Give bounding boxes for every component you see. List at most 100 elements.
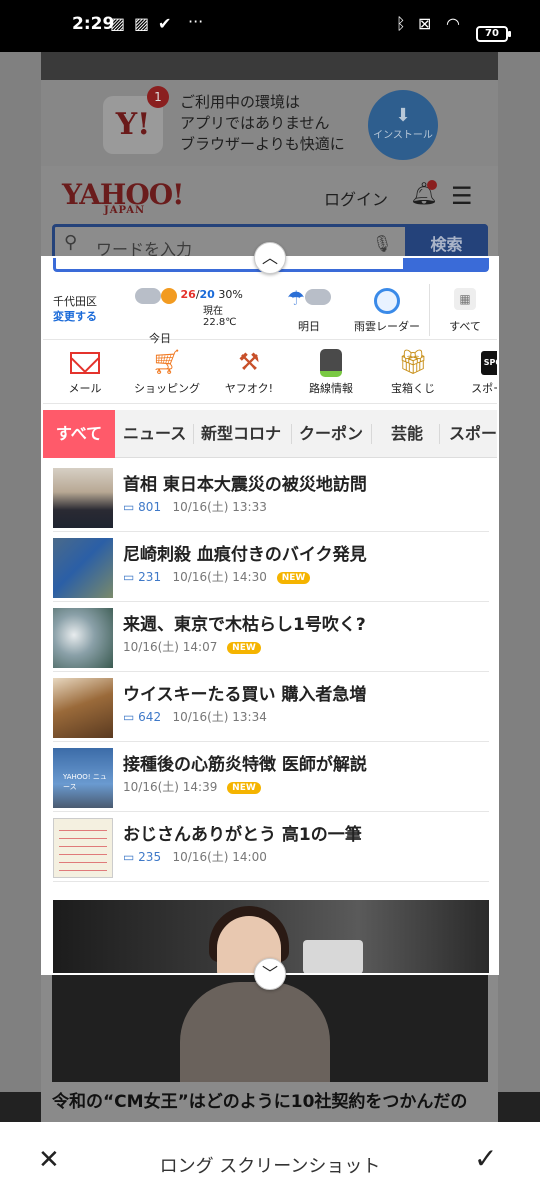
- divider: [429, 284, 430, 336]
- news-date: 10/16(土) 14:39: [123, 780, 218, 794]
- news-item[interactable]: 尼崎刺殺 血痕付きのバイク発見 ▭ 231 10/16(土) 14:30 NEW: [53, 532, 489, 602]
- screenshot-capture-region[interactable]: 千代田区 変更する 26/20 30% 現在22.8℃ 今日 ☂ 明日 雨雲レー…: [41, 256, 499, 975]
- mail-icon: [70, 352, 100, 374]
- status-time: 2:29: [72, 14, 115, 34]
- news-item[interactable]: おじさんありがとう 高1の一筆 ▭ 235 10/16(土) 14:00: [53, 812, 489, 882]
- news-item[interactable]: ウイスキーたる買い 購入者急増 ▭ 642 10/16(土) 13:34: [53, 672, 489, 742]
- news-meta: ▭ 801 10/16(土) 13:33: [123, 498, 267, 515]
- more-notifications-icon: ···: [188, 12, 204, 31]
- service-shopping[interactable]: 🛒︎ ショッピング: [125, 346, 209, 396]
- notification-icon: ▨: [110, 14, 126, 33]
- weather-tomorrow[interactable]: ☂ 明日: [279, 288, 339, 334]
- tab-coupon[interactable]: クーポン: [299, 410, 363, 458]
- yahoo-logo[interactable]: YAHOO! JAPAN: [62, 178, 184, 216]
- all-label: すべて: [449, 320, 481, 333]
- download-icon: ⬇: [395, 105, 411, 126]
- news-tabs: すべて ニュース 新型コロナ クーポン 芸能 スポー: [43, 410, 497, 458]
- featured-article-caption[interactable]: 令和の“CM女王”はどのように10社契約をつかんだの: [52, 1090, 492, 1122]
- news-title[interactable]: 尼崎刺殺 血痕付きのバイク発見: [123, 540, 367, 565]
- umbrella-icon: ☂: [287, 286, 305, 310]
- comment-count: 231: [138, 570, 162, 584]
- comment-count: 642: [138, 710, 162, 724]
- treasure-box-icon: 🎁︎: [397, 348, 429, 376]
- grid-icon: ▦: [454, 288, 476, 310]
- news-meta: ▭ 642 10/16(土) 13:34: [123, 708, 267, 725]
- news-title[interactable]: 来週、東京で木枯らし1号吹く?: [123, 610, 366, 635]
- tab-news[interactable]: ニュース: [123, 410, 186, 458]
- service-transit[interactable]: 路線情報: [289, 346, 373, 396]
- tab-divider: [193, 424, 194, 444]
- service-auction[interactable]: ⚒ ヤフオク!: [207, 346, 291, 396]
- weather-row: 千代田区 変更する 26/20 30% 現在22.8℃ 今日 ☂ 明日 雨雲レー…: [43, 280, 497, 345]
- tab-sports[interactable]: スポー: [449, 410, 497, 458]
- news-thumbnail: [53, 538, 113, 598]
- tab-divider: [371, 424, 372, 444]
- chevron-up-icon[interactable]: ︿: [254, 242, 286, 274]
- comment-count: 801: [138, 500, 162, 514]
- new-badge: NEW: [276, 572, 311, 584]
- service-label: スポーツ: [471, 382, 497, 395]
- screenshot-toolbar: ✕ ロング スクリーンショット ✓: [0, 1122, 540, 1200]
- news-meta: ▭ 231 10/16(土) 14:30 NEW: [123, 568, 311, 585]
- today-rain: 30%: [218, 288, 243, 301]
- cart-icon: 🛒︎: [151, 348, 183, 376]
- edge-strip: [498, 1092, 540, 1122]
- news-meta: ▭ 235 10/16(土) 14:00: [123, 848, 267, 865]
- service-lottery[interactable]: 🎁︎ 宝箱くじ: [371, 346, 455, 396]
- edge-strip: [0, 1092, 41, 1122]
- service-sports[interactable]: SPO スポーツ: [451, 346, 497, 396]
- check-circle-icon: ✔: [158, 14, 172, 33]
- comment-count: 235: [138, 850, 162, 864]
- login-link[interactable]: ログイン: [324, 186, 388, 210]
- news-title[interactable]: 接種後の心筋炎特徴 医師が解説: [123, 750, 367, 775]
- radar-label: 雨雲レーダー: [354, 320, 420, 333]
- service-label: ショッピング: [134, 382, 200, 395]
- comment-icon: ▭: [123, 710, 135, 724]
- service-label: メール: [68, 382, 102, 395]
- sim-off-icon: ⊠: [418, 14, 432, 33]
- comment-icon: ▭: [123, 500, 135, 514]
- hamburger-menu-icon[interactable]: ☰: [451, 182, 473, 210]
- news-thumbnail: YAHOO! ニュース: [53, 748, 113, 808]
- battery-icon: 70: [476, 26, 511, 42]
- news-item[interactable]: YAHOO! ニュース 接種後の心筋炎特徴 医師が解説 10/16(土) 14:…: [53, 742, 489, 812]
- train-in-tunnel: [303, 940, 363, 973]
- auction-hammer-icon: ⚒: [238, 348, 260, 376]
- news-thumbnail: [53, 608, 113, 668]
- search-icon: ⚲: [64, 232, 78, 253]
- service-mail[interactable]: メール: [43, 346, 127, 396]
- news-title[interactable]: おじさんありがとう 高1の一筆: [123, 820, 362, 845]
- news-item[interactable]: 来週、東京で木枯らし1号吹く? 10/16(土) 14:07 NEW: [53, 602, 489, 672]
- news-thumbnail: [53, 678, 113, 738]
- rain-radar[interactable]: 雨雲レーダー: [349, 288, 425, 334]
- news-meta: 10/16(土) 14:39 NEW: [123, 778, 261, 795]
- today-high: 26: [180, 288, 196, 301]
- weather-today[interactable]: 26/20 30% 現在22.8℃ 今日: [135, 288, 245, 346]
- tab-covid[interactable]: 新型コロナ: [201, 410, 281, 458]
- promo-text: ご利用中の環境は アプリではありません ブラウザーよりも快適に: [180, 92, 345, 155]
- article-person: [180, 982, 330, 1082]
- news-item[interactable]: 首相 東日本大震災の被災地訪問 ▭ 801 10/16(土) 13:33: [53, 462, 489, 532]
- microphone-icon[interactable]: 🎙︎: [372, 234, 392, 253]
- radar-icon: [374, 288, 400, 314]
- confirm-check-icon[interactable]: ✓: [474, 1144, 497, 1174]
- comment-icon: ▭: [123, 850, 135, 864]
- tab-all[interactable]: すべて: [43, 410, 115, 458]
- news-title[interactable]: 首相 東日本大震災の被災地訪問: [123, 470, 367, 495]
- install-button[interactable]: ⬇ インストール: [368, 90, 438, 160]
- status-bar: 2:29 ▨ ▨ ✔ ··· ᛒ ⊠ ◠ 70: [0, 0, 540, 52]
- news-date: 10/16(土) 14:07: [123, 640, 218, 654]
- tab-entertainment[interactable]: 芸能: [391, 410, 423, 458]
- train-icon: [320, 349, 342, 377]
- weather-location[interactable]: 千代田区 変更する: [53, 294, 97, 324]
- all-services[interactable]: ▦ すべて: [437, 288, 493, 334]
- chevron-down-icon[interactable]: ﹀: [254, 958, 286, 990]
- news-title[interactable]: ウイスキーたる買い 購入者急増: [123, 680, 366, 705]
- wifi-icon: ◠: [446, 14, 460, 33]
- service-label: 路線情報: [309, 382, 353, 395]
- service-label: ヤフオク!: [224, 382, 274, 395]
- location-name: 千代田区: [53, 295, 97, 308]
- notification-badge: 1: [147, 86, 169, 108]
- news-date: 10/16(土) 14:30: [172, 570, 267, 584]
- change-location-link[interactable]: 変更する: [53, 309, 97, 324]
